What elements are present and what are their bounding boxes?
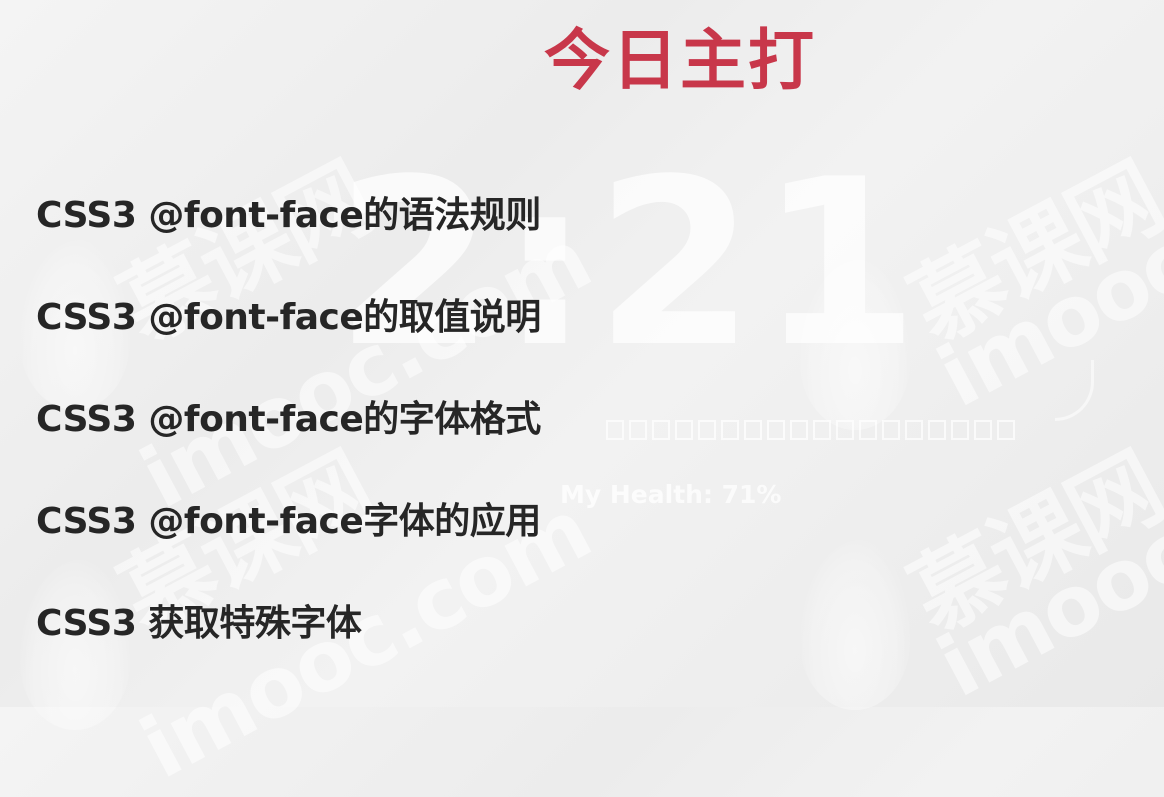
watermark-logo-en-right-bottom: imooc [922,501,1164,717]
background-box [721,420,739,440]
background-box [836,420,854,440]
background-box [629,420,647,440]
watermark-logo-cn-right-top: 慕课网 [894,144,1164,363]
background-box [859,420,877,440]
topic-item-syntax-rules: CSS3 @font-face的语法规则 [36,195,541,236]
topic-item-value-description: CSS3 @font-face的取值说明 [36,297,541,338]
topic-item-special-fonts: CSS3 获取特殊字体 [36,603,362,644]
background-box [928,420,946,440]
watermark-logo-cn-right-bottom: 慕课网 [894,434,1164,653]
background-box [974,420,992,440]
topic-item-font-formats: CSS3 @font-face的字体格式 [36,399,541,440]
background-box [905,420,923,440]
background-box [813,420,831,440]
watermark-flame-logo-right-top [800,260,910,430]
background-box [767,420,785,440]
watermark-logo-en-right-top: imooc [922,211,1164,427]
background-box [675,420,693,440]
background-health-readout: My Health: 71% [560,480,782,509]
background-box-row [606,420,1015,440]
background-arc-shape [1055,360,1094,421]
background-box [790,420,808,440]
watermark-flame-logo-right-bottom [800,540,910,710]
background-box [698,420,716,440]
background-box [882,420,900,440]
background-box [997,420,1015,440]
background-box [606,420,624,440]
background-box [744,420,762,440]
background-box [951,420,969,440]
background-box [652,420,670,440]
slide-title: 今日主打 [544,22,816,99]
topic-item-font-application: CSS3 @font-face字体的应用 [36,501,541,542]
topic-list: CSS3 @font-face的语法规则 CSS3 @font-face的取值说… [36,190,541,700]
